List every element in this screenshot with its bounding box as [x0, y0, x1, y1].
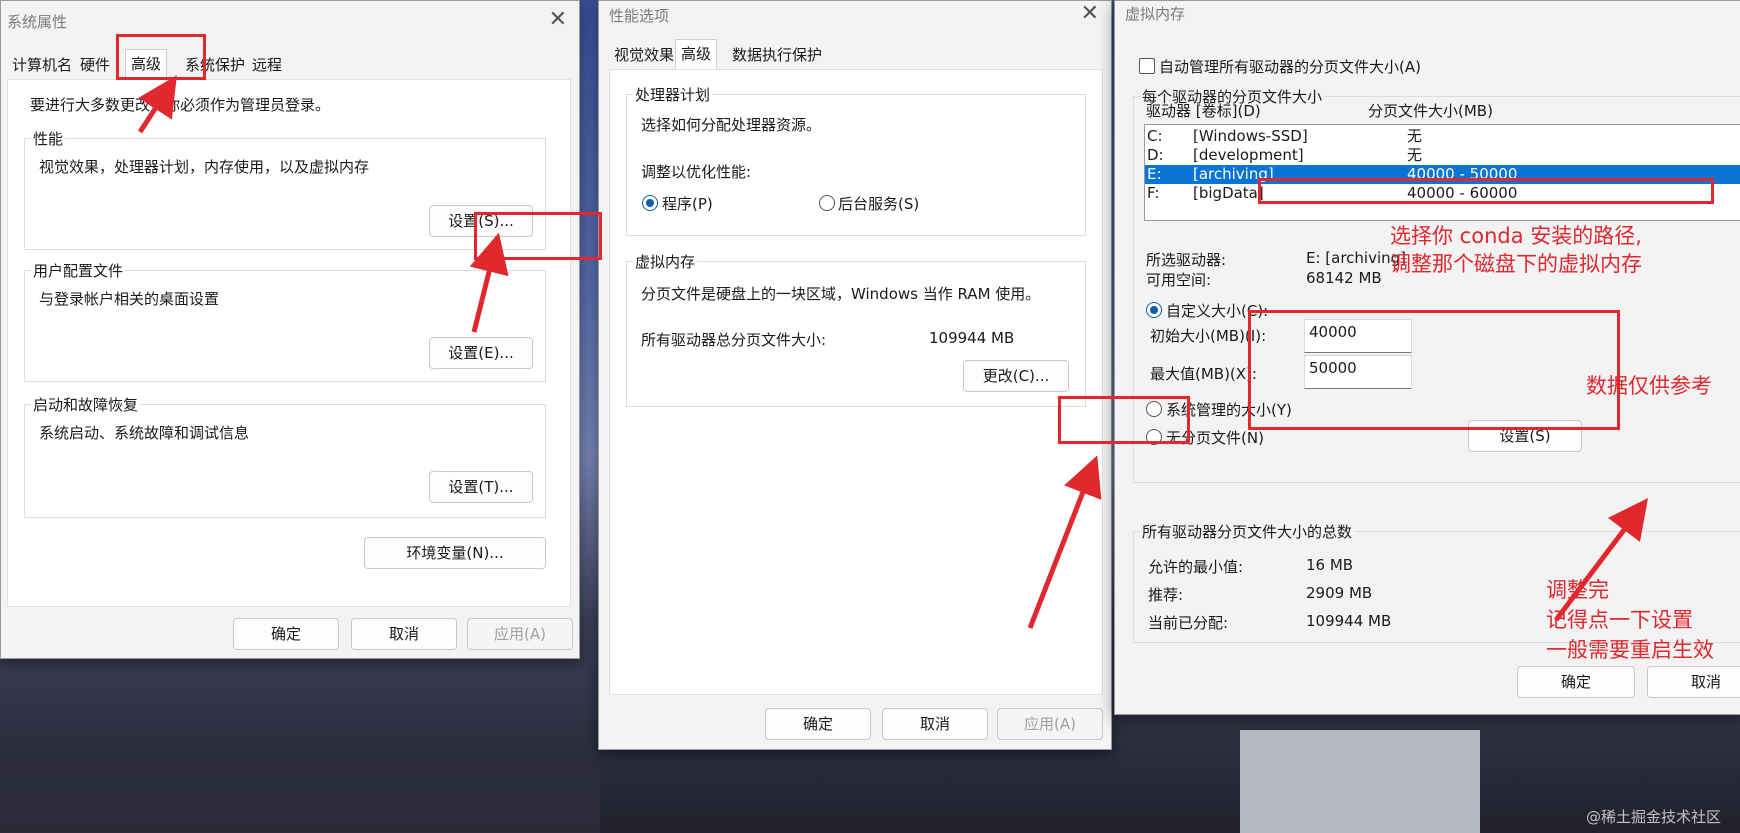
arrow-to-change-button [1027, 455, 1102, 629]
watermark: @稀土掘金技术社区 [1586, 808, 1722, 826]
arrow-to-set-button [1554, 498, 1649, 622]
arrow-to-advanced-tab [137, 75, 177, 134]
annotation-arrows [137, 75, 1649, 629]
arrow-to-performance-settings [469, 232, 509, 333]
